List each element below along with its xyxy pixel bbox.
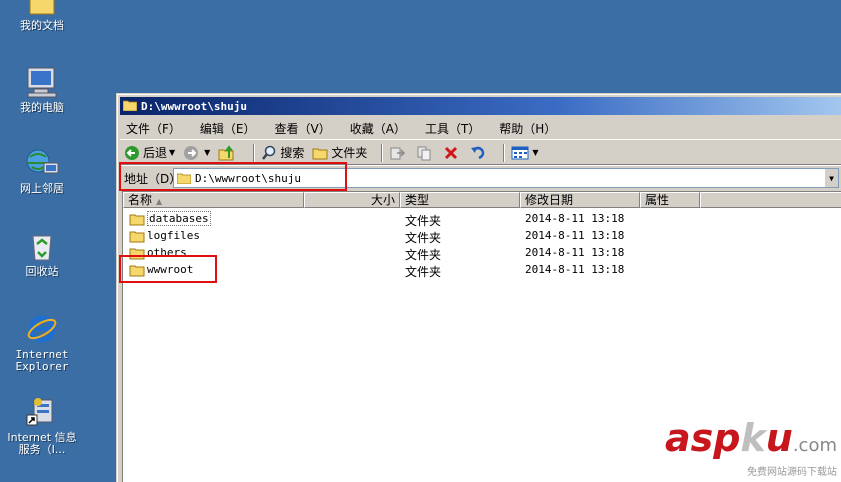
menu-bar: 文件（F） 编辑（E） 查看（V） 收藏（A） 工具（T） 帮助（H） xyxy=(120,118,841,140)
toolbar: 后退 ▼ ▼ 搜索 文件夹 ▼ xyxy=(120,141,841,165)
copy-to-button[interactable] xyxy=(416,145,435,161)
file-modified: 2014-8-11 13:18 xyxy=(525,246,625,259)
undo-icon xyxy=(471,146,485,159)
move-to-icon xyxy=(390,147,406,159)
column-name[interactable]: 名称 ▲ xyxy=(123,192,304,208)
menu-file[interactable]: 文件（F） xyxy=(126,120,181,137)
folder-icon xyxy=(129,231,145,242)
network-icon xyxy=(26,149,59,174)
folder-icon xyxy=(122,99,138,114)
file-modified: 2014-8-11 13:18 xyxy=(525,229,625,242)
move-to-button[interactable] xyxy=(389,145,408,161)
desktop-icon-iis[interactable]: Internet 信息服务（I... xyxy=(0,396,84,456)
internet-explorer-icon xyxy=(27,315,57,343)
watermark-subtitle: 免费网站源码下载站 xyxy=(747,467,837,478)
toolbar-separator xyxy=(381,143,384,162)
table-row[interactable]: databases 文件夹 2014-8-11 13:18 xyxy=(123,210,841,228)
file-modified: 2014-8-11 13:18 xyxy=(525,212,625,225)
undo-button[interactable] xyxy=(470,145,489,161)
window-title: D:\wwwroot\shuju xyxy=(141,99,247,113)
column-filler xyxy=(700,192,841,208)
toolbar-separator xyxy=(253,143,256,162)
desktop-icon-recycle-bin[interactable]: 回收站 xyxy=(0,230,84,278)
menu-tools[interactable]: 工具（T） xyxy=(425,120,480,137)
column-modified[interactable]: 修改日期 xyxy=(520,192,640,208)
menu-edit[interactable]: 编辑（E） xyxy=(200,120,256,137)
folder-icon xyxy=(312,148,328,159)
iis-shortcut-icon xyxy=(26,398,53,426)
file-name: databases xyxy=(147,211,211,226)
folder-icon xyxy=(129,265,145,276)
menu-favorites[interactable]: 收藏（A） xyxy=(350,120,406,137)
forward-arrow-icon xyxy=(184,145,199,160)
forward-button[interactable]: ▼ xyxy=(183,145,210,161)
address-bar: 地址（D） D:\wwwroot\shuju ▼ xyxy=(120,167,841,189)
file-rows: databases 文件夹 2014-8-11 13:18 logfiles 文… xyxy=(123,210,841,279)
copy-to-icon xyxy=(417,146,431,160)
computer-icon xyxy=(27,67,57,98)
column-attributes[interactable]: 属性 xyxy=(640,192,700,208)
file-name: others xyxy=(147,246,187,259)
views-icon xyxy=(511,146,529,159)
toolbar-separator xyxy=(503,143,506,162)
column-size[interactable]: 大小 xyxy=(304,192,400,208)
column-type[interactable]: 类型 xyxy=(400,192,520,208)
file-modified: 2014-8-11 13:18 xyxy=(525,263,625,276)
chevron-down-icon[interactable]: ▼ xyxy=(532,148,538,157)
chevron-down-icon[interactable]: ▼ xyxy=(204,148,210,157)
desktop-icon-internet-explorer[interactable]: Internet Explorer xyxy=(0,313,84,373)
menu-view[interactable]: 查看（V） xyxy=(275,120,331,137)
desktop-icon-my-documents[interactable]: 我的文档 xyxy=(0,0,84,32)
back-arrow-icon xyxy=(125,145,139,160)
file-name: logfiles xyxy=(147,229,200,242)
up-folder-icon xyxy=(218,144,234,160)
desktop-icon-network-places[interactable]: 网上邻居 xyxy=(0,147,84,195)
watermark: aspku.com 免费网站源码下载站 xyxy=(665,419,837,478)
table-row[interactable]: others 文件夹 2014-8-11 13:18 xyxy=(123,244,841,262)
documents-icon xyxy=(29,0,55,15)
search-button[interactable]: 搜索 xyxy=(261,144,304,161)
folder-icon xyxy=(177,173,191,184)
folder-icon xyxy=(129,248,145,259)
sort-ascending-icon: ▲ xyxy=(156,197,163,206)
search-icon xyxy=(262,145,276,160)
window-titlebar[interactable]: D:\wwwroot\shuju xyxy=(120,97,841,115)
table-row[interactable]: logfiles 文件夹 2014-8-11 13:18 xyxy=(123,227,841,245)
file-name: wwwroot xyxy=(147,263,194,276)
delete-button[interactable] xyxy=(443,145,462,161)
views-button[interactable]: ▼ xyxy=(511,145,539,161)
delete-icon xyxy=(445,146,458,159)
up-folder-button[interactable] xyxy=(218,144,239,161)
chevron-down-icon[interactable]: ▼ xyxy=(824,169,838,187)
recycle-bin-icon xyxy=(32,235,52,261)
desktop-icon-my-computer[interactable]: 我的电脑 xyxy=(0,66,84,114)
file-type: 文件夹 xyxy=(405,265,442,279)
chevron-down-icon[interactable]: ▼ xyxy=(169,148,175,157)
menu-help[interactable]: 帮助（H） xyxy=(499,120,556,137)
address-input[interactable]: D:\wwwroot\shuju ▼ xyxy=(173,168,839,188)
watermark-logo: aspku.com xyxy=(665,416,837,460)
back-button[interactable]: 后退 ▼ xyxy=(124,144,175,161)
column-headers: 名称 ▲ 大小 类型 修改日期 属性 xyxy=(123,192,841,208)
folders-button[interactable]: 文件夹 xyxy=(312,144,367,161)
table-row[interactable]: wwwroot 文件夹 2014-8-11 13:18 xyxy=(123,261,841,279)
address-value: D:\wwwroot\shuju xyxy=(195,171,301,185)
folder-icon xyxy=(129,214,145,225)
